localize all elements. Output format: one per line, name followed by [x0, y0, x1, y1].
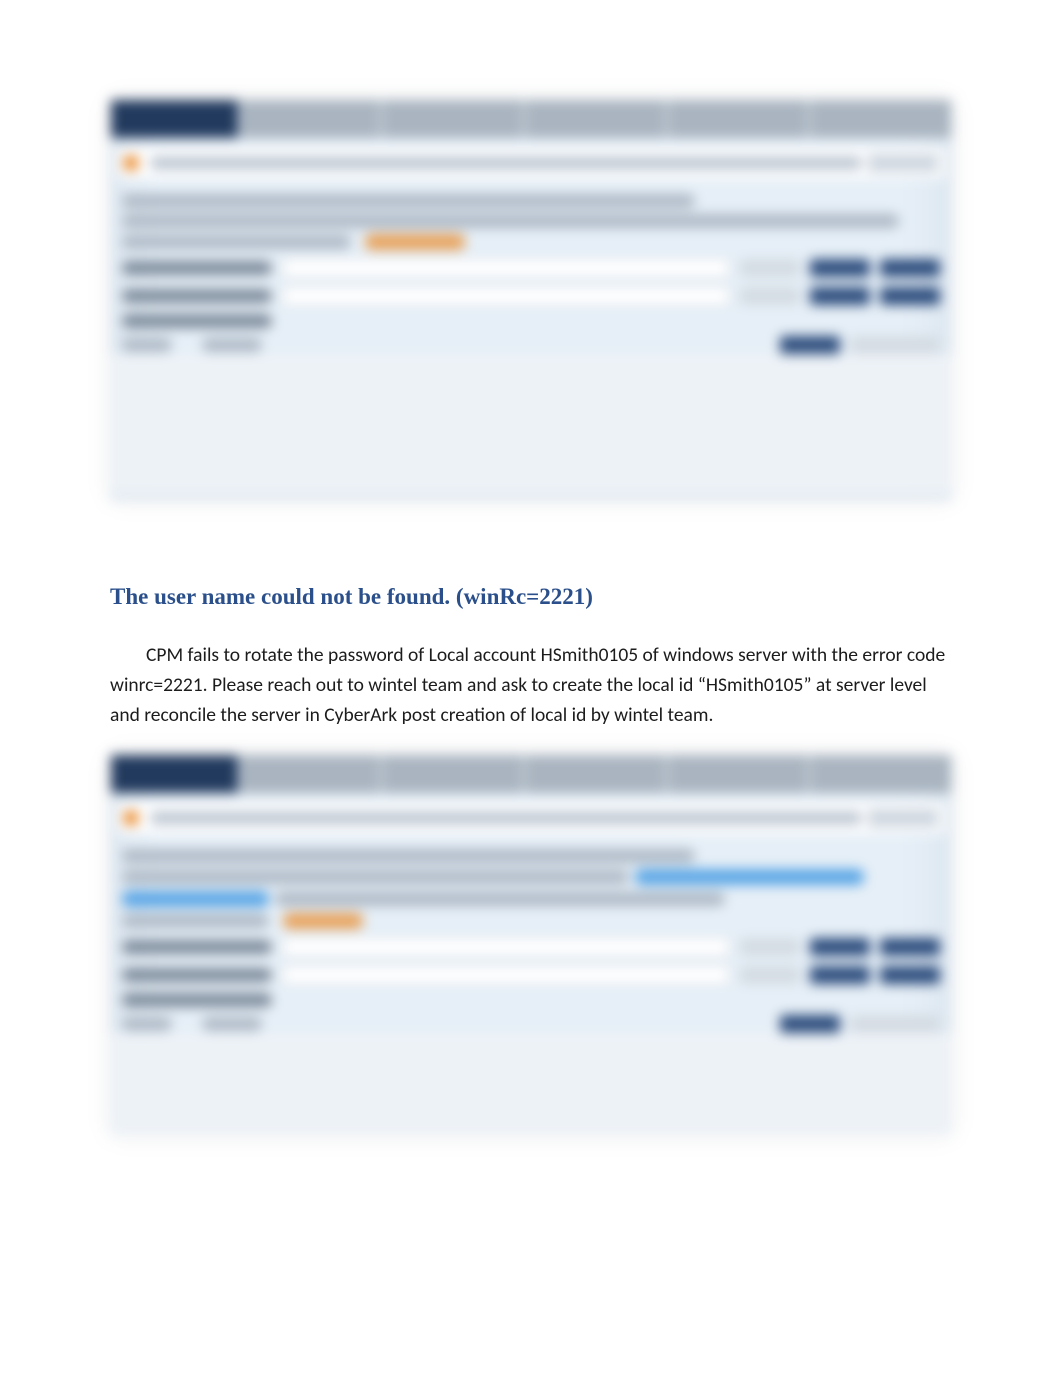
error-detail-block: [110, 182, 952, 250]
tab-active: [111, 755, 238, 793]
field-input: [282, 258, 730, 278]
field-input: [282, 965, 730, 985]
associate-button: [810, 966, 870, 984]
tab: [810, 100, 951, 138]
tab: [668, 100, 809, 138]
clear-button: [740, 966, 800, 984]
highlight-chip: [365, 234, 465, 250]
create-new-button: [850, 1015, 940, 1033]
detail-line: [275, 892, 725, 906]
empty-region: [110, 354, 952, 494]
cpm-error-screenshot-1: [110, 100, 952, 500]
warning-action-button: [868, 154, 938, 172]
detail-line: [122, 870, 629, 884]
field-label: [122, 314, 272, 328]
warning-text: [150, 157, 862, 169]
tab-bar: [110, 755, 952, 793]
create-button: [780, 1015, 840, 1033]
create-new-button: [850, 336, 940, 354]
highlight-strip: [122, 891, 269, 907]
warning-text: [150, 812, 862, 824]
clear-button: [740, 938, 800, 956]
footer-label: [202, 1017, 262, 1031]
field-label: [122, 289, 272, 303]
create-new-button: [880, 259, 940, 277]
account-group-row: [122, 993, 940, 1007]
tab-bar: [110, 100, 952, 138]
create-button: [780, 336, 840, 354]
highlight-chip: [283, 913, 363, 929]
clear-button: [740, 287, 800, 305]
footer-label: [122, 338, 172, 352]
logon-account-row: [122, 937, 940, 957]
tab-active: [111, 100, 238, 138]
create-new-button: [880, 966, 940, 984]
create-new-button: [880, 938, 940, 956]
detail-line: [122, 849, 695, 863]
error-explanation-paragraph: CPM fails to rotate the password of Loca…: [110, 640, 952, 731]
warning-icon: [124, 156, 138, 170]
tab: [240, 100, 381, 138]
field-input: [282, 286, 730, 306]
field-label: [122, 993, 272, 1007]
tab: [382, 755, 523, 793]
associate-button: [810, 938, 870, 956]
detail-line: [122, 214, 899, 228]
empty-region: [110, 1033, 952, 1135]
detail-line: [122, 194, 695, 208]
tab: [668, 755, 809, 793]
warning-banner: [118, 148, 944, 178]
footer-row: [122, 336, 940, 354]
detail-line: [122, 235, 351, 249]
field-label: [122, 968, 272, 982]
clear-button: [740, 259, 800, 277]
footer-label: [122, 1017, 172, 1031]
detail-line: [122, 914, 269, 928]
tab: [525, 100, 666, 138]
reconcile-account-row: [122, 286, 940, 306]
logon-account-row: [122, 258, 940, 278]
warning-banner: [118, 803, 944, 833]
account-group-row: [122, 314, 940, 328]
cpm-error-screenshot-2: [110, 755, 952, 1135]
associate-button: [810, 259, 870, 277]
field-input: [282, 937, 730, 957]
field-label: [122, 940, 272, 954]
field-label: [122, 261, 272, 275]
highlight-strip: [635, 869, 864, 885]
footer-label: [202, 338, 262, 352]
tab: [525, 755, 666, 793]
warning-icon: [124, 811, 138, 825]
associate-button: [810, 287, 870, 305]
footer-row: [122, 1015, 940, 1033]
create-new-button: [880, 287, 940, 305]
warning-action-button: [868, 809, 938, 827]
tab: [382, 100, 523, 138]
tab: [810, 755, 951, 793]
error-detail-block: [110, 837, 952, 929]
reconcile-account-row: [122, 965, 940, 985]
error-heading: The user name could not be found. (winRc…: [110, 584, 952, 610]
tab: [240, 755, 381, 793]
